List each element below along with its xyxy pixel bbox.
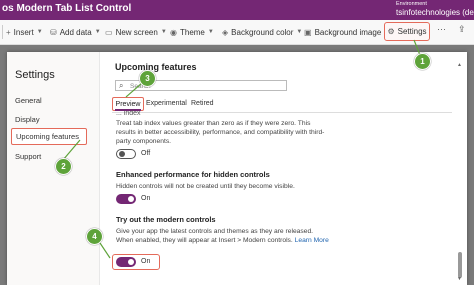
search-icon: ⌕ — [119, 81, 124, 90]
insert-label: Insert — [13, 27, 34, 37]
paint-bucket-icon: ◈ — [222, 27, 229, 37]
tab-preview[interactable]: Preview — [112, 97, 144, 111]
panel-title: Upcoming features — [115, 62, 197, 72]
share-icon[interactable]: ⇪ — [458, 24, 470, 38]
feature-description: Give your app the latest controls and th… — [116, 227, 330, 245]
background-image-button[interactable]: ▣ Background image ▼ — [304, 25, 390, 39]
more-button[interactable]: ··· — [437, 24, 446, 34]
callout-1: 1 — [414, 53, 431, 70]
image-icon: ▣ — [304, 27, 312, 37]
screen-icon: ▭ — [105, 27, 113, 37]
learn-more-link[interactable]: Learn More — [295, 237, 329, 244]
new-screen-label: New screen — [115, 27, 158, 37]
toggle-knob — [128, 196, 134, 202]
app-title: os Modern Tab List Control — [2, 3, 132, 14]
settings-nav-pane: Settings General Display Upcoming featur… — [7, 52, 100, 285]
new-screen-button[interactable]: ▭ New screen ▼ — [105, 25, 167, 39]
tab-retired[interactable]: Retired — [191, 100, 214, 107]
chevron-down-icon: ▼ — [207, 29, 214, 35]
theme-label: Theme — [179, 27, 205, 37]
feature-heading: Try out the modern controls — [116, 215, 216, 224]
nav-item-display[interactable]: Display — [15, 115, 40, 124]
feature-heading-partial: ... index — [116, 110, 141, 117]
divider — [2, 25, 3, 39]
database-icon: ⛁ — [50, 27, 57, 37]
toggle-knob — [119, 151, 125, 157]
palette-icon: ◉ — [170, 27, 177, 37]
tab-list: Preview Experimental Retired — [112, 97, 452, 113]
upcoming-features-panel: Upcoming features ⌕ Search Preview Exper… — [112, 52, 452, 285]
add-data-label: Add data — [59, 27, 92, 37]
plus-icon: + — [6, 27, 11, 37]
environment-label: Environment — [396, 1, 427, 7]
chevron-down-icon: ▼ — [296, 29, 303, 35]
feature-description: Treat tab index values greater than zero… — [116, 120, 325, 145]
gear-icon: ⚙ — [387, 27, 395, 36]
feature-heading: Enhanced performance for hidden controls — [116, 170, 270, 179]
dialog-title: Settings — [15, 69, 55, 81]
callout-2: 2 — [55, 158, 72, 175]
background-color-label: Background color — [231, 27, 294, 37]
feature-description-text: Give your app the latest controls and th… — [116, 228, 314, 244]
toggle-state-label: On — [141, 195, 151, 202]
toggle-state-label: Off — [141, 150, 151, 157]
settings-button-label: Settings — [397, 27, 427, 36]
tab-experimental[interactable]: Experimental — [146, 100, 187, 107]
toggle-knob — [128, 259, 134, 265]
tab-index-toggle[interactable] — [116, 149, 136, 159]
settings-dialog: Settings General Display Upcoming featur… — [7, 52, 467, 285]
chevron-down-icon: ▼ — [94, 29, 101, 35]
background-image-label: Background image — [314, 27, 382, 37]
background-color-button[interactable]: ◈ Background color ▼ — [222, 25, 302, 39]
nav-item-upcoming-features[interactable]: Upcoming features — [11, 128, 87, 145]
callout-3: 3 — [139, 70, 156, 87]
add-data-button[interactable]: ⛁ Add data ▼ — [50, 25, 101, 39]
scroll-thumb[interactable] — [458, 252, 462, 278]
callout-4: 4 — [86, 228, 103, 245]
settings-button[interactable]: ⚙ Settings — [384, 22, 430, 41]
modern-controls-toggle[interactable] — [116, 257, 136, 267]
nav-item-support[interactable]: Support — [15, 152, 41, 161]
toggle-state-label: On — [141, 258, 151, 265]
nav-item-general[interactable]: General — [15, 96, 42, 105]
scroll-down-icon[interactable]: ▼ — [457, 276, 462, 282]
insert-button[interactable]: + Insert ▼ — [6, 25, 43, 39]
nav-item-upcoming-label: Upcoming features — [16, 132, 79, 141]
theme-button[interactable]: ◉ Theme ▼ — [170, 25, 214, 39]
title-bar: os Modern Tab List Control Environment t… — [0, 0, 474, 20]
scrollbar[interactable]: ▲ ▼ — [457, 62, 463, 282]
tab-preview-label: Preview — [115, 100, 141, 108]
chevron-down-icon: ▼ — [36, 29, 43, 35]
scroll-up-icon[interactable]: ▲ — [457, 62, 462, 68]
feature-description: Hidden controls will not be created unti… — [116, 183, 295, 190]
environment-value[interactable]: tsinfotechnologies (de — [396, 8, 474, 17]
hidden-controls-toggle[interactable] — [116, 194, 136, 204]
chevron-down-icon: ▼ — [160, 29, 167, 35]
